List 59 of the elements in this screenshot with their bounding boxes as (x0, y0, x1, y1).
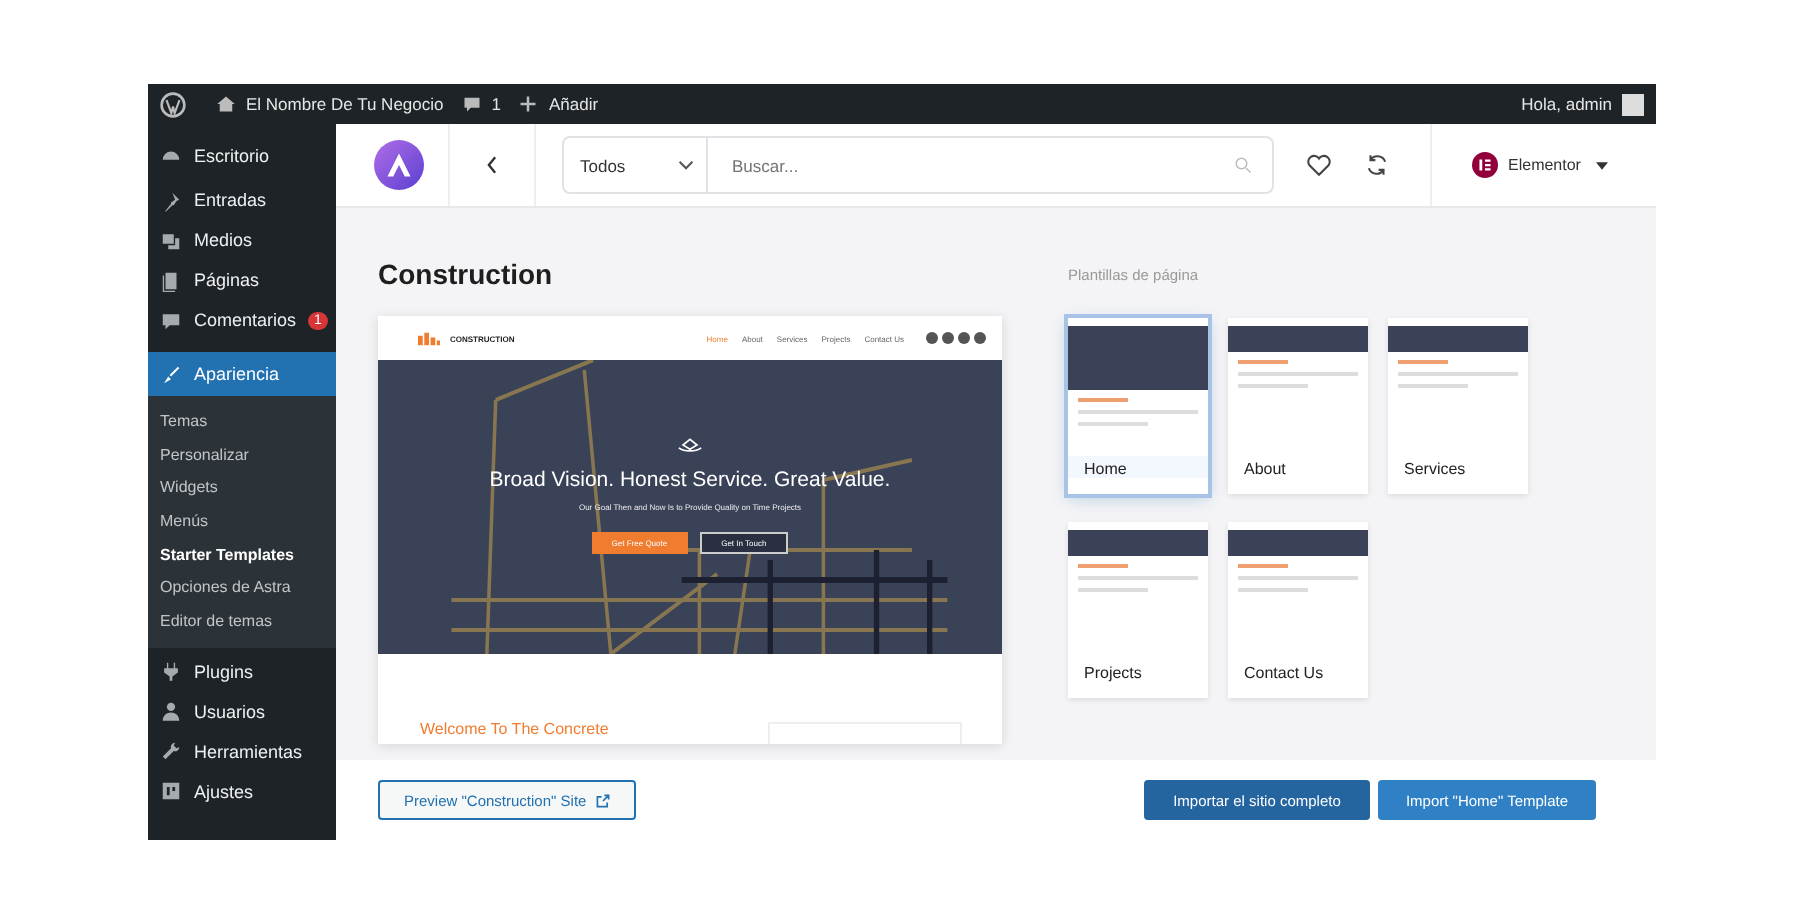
submenu-item[interactable]: Editor de temas (148, 606, 336, 640)
page-thumbnail-drawing (1228, 522, 1368, 660)
page-template-card[interactable]: Home (1068, 318, 1208, 494)
home-icon (216, 94, 236, 114)
page-template-card[interactable]: Services (1388, 318, 1528, 494)
hero-headline: Broad Vision. Honest Service. Great Value. (489, 468, 891, 492)
plug-icon (160, 660, 182, 683)
sidebar-menu-item[interactable]: Ajustes (148, 771, 336, 812)
user-icon (160, 700, 182, 723)
sidebar-menu-item[interactable]: Entradas (148, 180, 336, 220)
pages-icon (160, 269, 182, 291)
page-builder-dropdown[interactable]: Elementor (1430, 124, 1656, 206)
building-logo-icon (418, 331, 440, 345)
page-template-card[interactable]: Contact Us (1228, 522, 1368, 698)
search-icon (1234, 156, 1252, 174)
caret-icon (1596, 161, 1609, 169)
media-icon (160, 229, 182, 251)
page-thumbnail-drawing (1068, 318, 1208, 456)
sidebar-menu-item[interactable]: Plugins (148, 651, 336, 692)
comment-count[interactable]: 1 (491, 94, 501, 114)
page-template-card[interactable]: Projects (1068, 522, 1208, 698)
search-input[interactable]: Buscar... (708, 153, 1234, 177)
chevron-down-icon (678, 160, 694, 170)
refresh-icon[interactable] (1364, 152, 1390, 178)
filter-dropdown[interactable]: Todos (564, 138, 708, 192)
elementor-logo-icon (1472, 152, 1498, 178)
submenu-item[interactable]: Personalizar (148, 439, 336, 473)
heart-icon[interactable] (1306, 152, 1332, 178)
add-new-link[interactable]: Añadir (548, 94, 599, 114)
site-name-link[interactable]: El Nombre De Tu Negocio (246, 94, 444, 114)
wordpress-logo-icon[interactable] (160, 91, 186, 117)
greeting-link[interactable]: Hola, admin (1521, 94, 1612, 114)
welcome-heading: Welcome To The Concrete (420, 720, 609, 738)
back-chevron-icon[interactable] (484, 154, 500, 176)
submenu-item[interactable]: Temas (148, 406, 336, 440)
brush-icon (160, 363, 182, 385)
page-thumbnail-drawing (1068, 522, 1208, 660)
avatar-icon (1622, 93, 1644, 115)
page-template-card[interactable]: About (1228, 318, 1368, 494)
page-thumbnail-drawing (1228, 318, 1368, 456)
wrench-icon (160, 740, 182, 763)
sidebar-menu-item[interactable]: Páginas (148, 260, 336, 300)
template-title: Construction (378, 258, 555, 290)
search-bar[interactable]: Todos Buscar... (562, 136, 1274, 194)
sidebar-menu-item[interactable]: Usuarios (148, 691, 336, 732)
sidebar-menu-item[interactable]: Apariencia (148, 352, 336, 396)
astra-logo-icon (373, 140, 423, 190)
submenu-item[interactable]: Opciones de Astra (148, 572, 336, 607)
submenu-item[interactable]: Menús (148, 506, 336, 540)
plus-icon (518, 94, 539, 114)
comment-icon (461, 94, 482, 114)
page-thumbnail-drawing (1388, 318, 1528, 456)
comment-icon (160, 309, 182, 331)
submenu-item[interactable]: Starter Templates (148, 539, 336, 573)
submenu-item[interactable]: Widgets (148, 472, 336, 507)
sidebar-menu-item[interactable]: Medios (148, 220, 336, 260)
external-link-icon (596, 793, 611, 807)
sidebar-menu-item[interactable]: Escritorio (148, 136, 336, 176)
sidebar-menu-item[interactable]: Herramientas (148, 731, 336, 772)
